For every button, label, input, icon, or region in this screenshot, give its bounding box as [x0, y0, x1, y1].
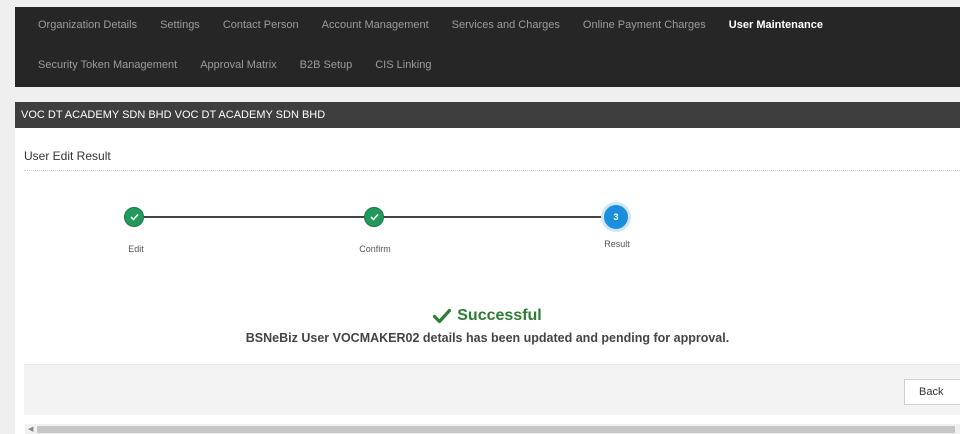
success-heading: Successful: [433, 307, 542, 325]
checkmark-icon: [433, 308, 452, 324]
nav-services-and-charges[interactable]: Services and Charges: [429, 19, 560, 31]
nav-row-secondary: Security Token Management Approval Matri…: [15, 47, 432, 83]
action-footer: Back: [24, 365, 960, 415]
nav-settings[interactable]: Settings: [137, 19, 200, 31]
step-confirm-check-icon: [364, 207, 384, 227]
nav-online-payment-charges[interactable]: Online Payment Charges: [560, 19, 706, 31]
nav-organization-details[interactable]: Organization Details: [15, 19, 137, 31]
nav-row-primary: Organization Details Settings Contact Pe…: [15, 7, 823, 43]
nav-contact-person[interactable]: Contact Person: [200, 19, 299, 31]
nav-cis-linking[interactable]: CIS Linking: [352, 59, 431, 71]
step-label-confirm: Confirm: [359, 244, 391, 254]
scrollbar-thumb[interactable]: [37, 426, 955, 433]
result-message-block: Successful BSNeBiz User VOCMAKER02 detai…: [15, 307, 960, 345]
nav-account-management[interactable]: Account Management: [299, 19, 429, 31]
nav-security-token-management[interactable]: Security Token Management: [15, 59, 177, 71]
step-connector-1: [144, 216, 376, 218]
horizontal-scrollbar[interactable]: ◀: [25, 424, 960, 434]
scroll-left-arrow-icon[interactable]: ◀: [28, 425, 33, 433]
step-edit-check-icon: [124, 207, 144, 227]
step-result-current: 3: [601, 202, 631, 232]
progress-stepper: 3 Edit Confirm Result: [15, 102, 960, 302]
nav-user-maintenance[interactable]: User Maintenance: [706, 19, 823, 31]
step-label-result: Result: [604, 239, 630, 249]
success-title-text: Successful: [457, 307, 542, 324]
success-description: BSNeBiz User VOCMAKER02 details has been…: [245, 331, 730, 345]
top-navigation: Organization Details Settings Contact Pe…: [15, 7, 960, 87]
back-button[interactable]: Back: [904, 379, 960, 405]
step-connector-2: [376, 216, 602, 218]
step-label-edit: Edit: [128, 244, 144, 254]
content-panel: VOC DT ACADEMY SDN BHD VOC DT ACADEMY SD…: [15, 102, 960, 434]
nav-b2b-setup[interactable]: B2B Setup: [277, 59, 353, 71]
nav-approval-matrix[interactable]: Approval Matrix: [177, 59, 276, 71]
